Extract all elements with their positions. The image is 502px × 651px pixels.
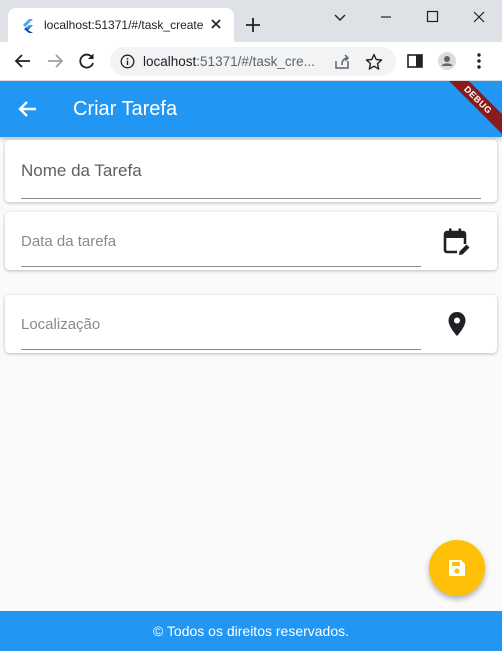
task-name-card: Nome da Tarefa bbox=[5, 140, 497, 202]
tab-close-icon[interactable] bbox=[206, 14, 226, 34]
tab-title: localhost:51371/#/task_create bbox=[44, 18, 204, 32]
profile-avatar-icon[interactable] bbox=[437, 51, 457, 71]
url-text: localhost:51371/#/task_cre... bbox=[143, 54, 333, 69]
bookmark-star-icon[interactable] bbox=[365, 53, 383, 71]
task-date-field[interactable]: Data da tarefa bbox=[21, 233, 116, 250]
back-nav-icon[interactable] bbox=[13, 51, 33, 71]
tab-search-icon[interactable] bbox=[325, 4, 355, 30]
minimize-icon[interactable] bbox=[371, 4, 401, 30]
task-name-underline bbox=[21, 198, 481, 199]
browser-menu-icon[interactable] bbox=[469, 51, 489, 71]
back-arrow-icon[interactable] bbox=[16, 97, 40, 121]
footer: © Todos os direitos reservados. bbox=[0, 611, 502, 651]
location-field[interactable]: Localização bbox=[21, 316, 100, 333]
address-bar[interactable]: localhost:51371/#/task_cre... bbox=[110, 47, 396, 76]
location-underline bbox=[21, 349, 421, 350]
edit-calendar-icon[interactable] bbox=[442, 227, 472, 257]
reload-icon[interactable] bbox=[77, 51, 97, 71]
browser-tab[interactable]: localhost:51371/#/task_create bbox=[8, 8, 234, 42]
save-button[interactable] bbox=[429, 540, 485, 596]
task-date-card: Data da tarefa bbox=[5, 212, 497, 270]
save-icon bbox=[449, 560, 465, 576]
location-pin-icon[interactable] bbox=[442, 309, 472, 339]
maximize-icon[interactable] bbox=[417, 4, 447, 30]
share-icon[interactable] bbox=[333, 53, 351, 71]
site-info-icon[interactable] bbox=[120, 54, 135, 69]
url-path: :51371/#/task_cre... bbox=[196, 54, 315, 69]
forward-nav-icon[interactable] bbox=[45, 51, 65, 71]
side-panel-icon[interactable] bbox=[405, 51, 425, 71]
browser-toolbar: localhost:51371/#/task_cre... bbox=[0, 42, 502, 81]
task-date-underline bbox=[21, 266, 421, 267]
flutter-favicon-icon bbox=[22, 19, 34, 33]
page-title: Criar Tarefa bbox=[73, 98, 178, 120]
location-card: Localização bbox=[5, 295, 497, 353]
task-name-field[interactable]: Nome da Tarefa bbox=[21, 161, 142, 181]
close-window-icon[interactable] bbox=[464, 4, 494, 30]
new-tab-icon[interactable] bbox=[242, 14, 264, 36]
url-host: localhost bbox=[143, 54, 197, 69]
app-viewport: Criar Tarefa DEBUG Nome da Tarefa Data d… bbox=[0, 81, 502, 651]
app-bar: Criar Tarefa bbox=[0, 81, 502, 137]
footer-text: © Todos os direitos reservados. bbox=[152, 623, 350, 639]
browser-tab-strip: localhost:51371/#/task_create bbox=[0, 0, 502, 42]
